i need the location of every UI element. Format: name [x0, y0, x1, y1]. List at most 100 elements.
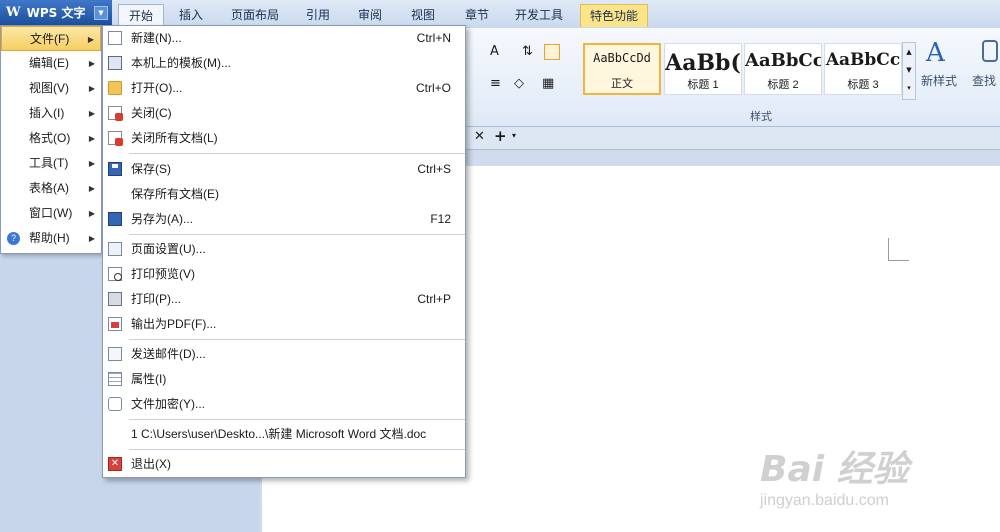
menu-item-view[interactable]: 视图(V) ▶	[1, 76, 101, 101]
borders-icon[interactable]: ▦	[542, 76, 554, 91]
menu-item-tools[interactable]: 工具(T) ▶	[1, 151, 101, 176]
close-document-icon	[108, 106, 123, 121]
style-heading-3[interactable]: AaBbCc 标题 3	[824, 43, 902, 95]
menu-separator	[129, 153, 465, 154]
menu-item-table[interactable]: 表格(A) ▶	[1, 176, 101, 201]
tab-section[interactable]: 章节	[454, 4, 500, 26]
submenu-arrow-icon: ▶	[88, 59, 95, 68]
fill-color-icon[interactable]: ◇	[514, 76, 524, 91]
file-encrypt[interactable]: 文件加密(Y)...	[103, 392, 465, 416]
find-icon[interactable]	[982, 40, 998, 62]
file-send-mail[interactable]: 发送邮件(D)...	[103, 342, 465, 366]
file-page-setup[interactable]: 页面设置(U)...	[103, 237, 465, 261]
tab-references[interactable]: 引用	[296, 4, 340, 26]
tab-view[interactable]: 视图	[400, 4, 446, 26]
file-close[interactable]: 关闭(C)	[103, 101, 465, 125]
find-label[interactable]: 查找	[972, 72, 1000, 89]
template-icon	[108, 56, 122, 70]
wps-app-menu-button[interactable]: W WPS 文字 ▼	[0, 0, 112, 25]
menu-separator	[129, 234, 465, 235]
close-all-documents-icon	[108, 131, 123, 146]
tab-home[interactable]: 开始	[118, 4, 164, 27]
submenu-arrow-icon: ▶	[88, 109, 95, 118]
file-properties[interactable]: 属性(I)	[103, 367, 465, 391]
close-tab-icon[interactable]: ✕	[474, 129, 485, 144]
submenu-arrow-icon: ▶	[88, 84, 95, 93]
menu-item-label: 格式(O)	[29, 131, 71, 145]
save-as-icon	[108, 212, 122, 226]
encrypt-icon	[108, 397, 122, 411]
file-save-all[interactable]: 保存所有文档(E)	[103, 182, 465, 206]
menu-separator	[129, 419, 465, 420]
page-corner-marker	[888, 238, 909, 261]
folder-open-icon	[108, 81, 122, 95]
page-setup-icon	[108, 242, 122, 256]
file-new[interactable]: 新建(N)... Ctrl+N	[103, 26, 465, 50]
tab-developer[interactable]: 开发工具	[506, 4, 572, 26]
menu-item-label: 视图(V)	[29, 81, 69, 95]
line-spacing-icon[interactable]: ≡	[490, 76, 501, 91]
tab-special-features[interactable]: 特色功能	[580, 4, 648, 27]
new-style-label[interactable]: 新样式	[921, 72, 957, 89]
file-submenu: 新建(N)... Ctrl+N 本机上的模板(M)... 打开(O)... Ct…	[102, 25, 466, 478]
file-close-all[interactable]: 关闭所有文档(L)	[103, 126, 465, 150]
tab-page-layout[interactable]: 页面布局	[222, 4, 288, 26]
tab-list-chevron-icon[interactable]: ▾	[512, 131, 516, 140]
font-size-icon[interactable]: A	[490, 44, 499, 59]
menu-item-format[interactable]: 格式(O) ▶	[1, 126, 101, 151]
watermark-url: jingyan.baidu.com	[760, 492, 889, 509]
save-icon	[108, 162, 122, 176]
chevron-down-icon[interactable]: ▼	[94, 6, 108, 20]
exit-icon: ✕	[108, 457, 122, 471]
baidu-watermark: Bai 经验 jingyan.baidu.com	[760, 440, 990, 520]
file-local-templates[interactable]: 本机上的模板(M)...	[103, 51, 465, 75]
style-normal[interactable]: AaBbCcDd 正文	[583, 43, 661, 95]
style-heading-2[interactable]: AaBbCc 标题 2	[744, 43, 822, 95]
wps-logo-icon: W	[6, 5, 21, 20]
menu-item-window[interactable]: 窗口(W) ▶	[1, 201, 101, 226]
menu-item-label: 文件(F)	[30, 32, 70, 46]
app-title: WPS 文字	[26, 6, 86, 20]
menu-item-file[interactable]: 文件(F) ▶	[1, 26, 101, 51]
baidu-jingyan-logo: Bai 经验	[760, 449, 909, 490]
file-open[interactable]: 打开(O)... Ctrl+O	[103, 76, 465, 100]
file-print-preview[interactable]: 打印预览(V)	[103, 262, 465, 286]
submenu-arrow-icon: ▶	[87, 35, 94, 44]
help-icon: ?	[7, 232, 20, 245]
submenu-arrow-icon: ▶	[88, 134, 95, 143]
menu-item-edit[interactable]: 编辑(E) ▶	[1, 51, 101, 76]
new-style-icon[interactable]: A	[926, 38, 945, 68]
new-tab-icon[interactable]: +	[494, 127, 507, 145]
style-scroll-arrows[interactable]: ▲ ▼ ▾	[902, 42, 916, 100]
file-save[interactable]: 保存(S) Ctrl+S	[103, 157, 465, 181]
file-export-pdf[interactable]: 输出为PDF(F)...	[103, 312, 465, 336]
mail-icon	[108, 347, 122, 361]
properties-icon	[108, 372, 122, 386]
menu-item-insert[interactable]: 插入(I) ▶	[1, 101, 101, 126]
tab-review[interactable]: 审阅	[348, 4, 392, 26]
file-exit[interactable]: ✕ 退出(X)	[103, 452, 465, 476]
file-print[interactable]: 打印(P)... Ctrl+P	[103, 287, 465, 311]
file-save-as[interactable]: 另存为(A)... F12	[103, 207, 465, 231]
paragraph-tools: A ⇅ ≡ ◇ ▦	[484, 44, 572, 104]
pdf-icon	[108, 317, 122, 331]
style-heading-1[interactable]: AaBb( 标题 1	[664, 43, 742, 95]
style-group-label: 样式	[750, 111, 772, 123]
show-marks-icon[interactable]	[544, 44, 560, 60]
menu-item-label: 窗口(W)	[29, 206, 73, 220]
new-document-icon	[108, 31, 122, 45]
sort-icon[interactable]: ⇅	[522, 44, 533, 59]
print-preview-icon	[108, 267, 122, 281]
file-recent-1[interactable]: 1 C:\Users\user\Deskto...\新建 Microsoft W…	[103, 422, 465, 446]
submenu-arrow-icon: ▶	[88, 234, 95, 243]
main-menu: 文件(F) ▶ 编辑(E) ▶ 视图(V) ▶ 插入(I) ▶ 格式(O) ▶ 工具(T)…	[0, 25, 102, 254]
document-tab-bar: ✕ + ▾	[460, 127, 1000, 150]
menu-item-help[interactable]: ? 帮助(H) ▶	[1, 226, 101, 251]
submenu-arrow-icon: ▶	[88, 184, 95, 193]
menu-item-label: 工具(T)	[29, 156, 69, 170]
tab-insert[interactable]: 插入	[168, 4, 214, 26]
menu-item-label: 帮助(H)	[29, 231, 70, 245]
menu-separator	[129, 339, 465, 340]
menu-item-label: 编辑(E)	[29, 56, 69, 70]
printer-icon	[108, 292, 122, 306]
